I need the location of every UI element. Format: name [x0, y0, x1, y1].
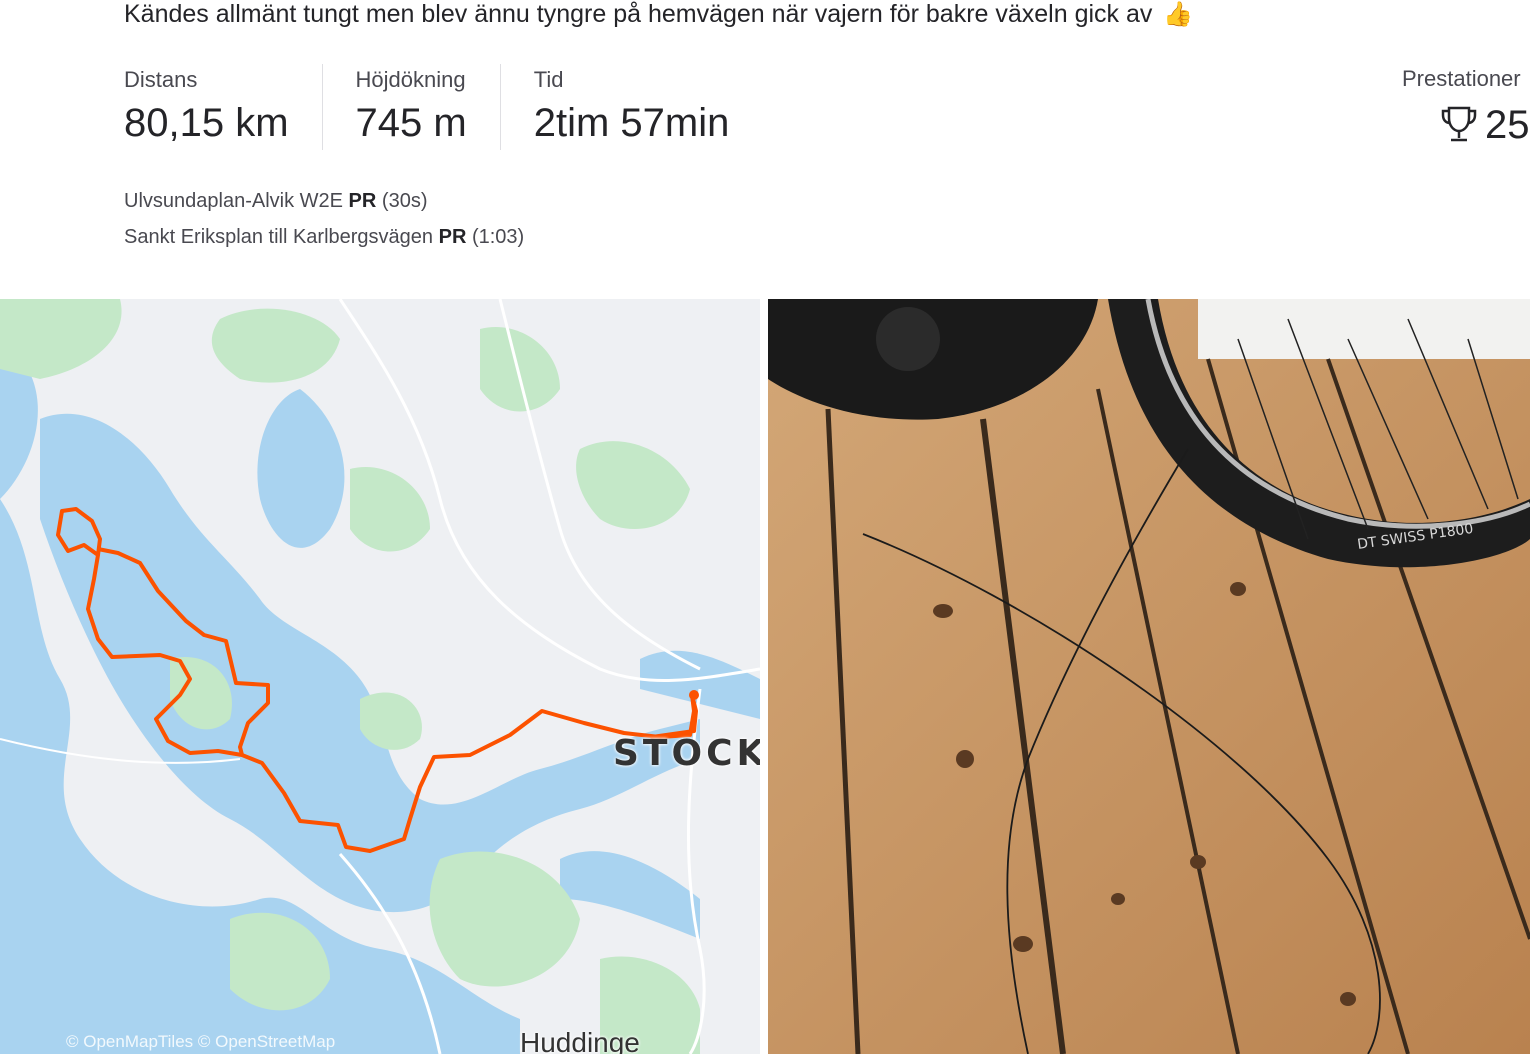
stat-distance: Distans 80,15 km — [124, 64, 323, 150]
stat-elevation: Höjdökning 745 m — [356, 64, 501, 150]
achievements-label: Prestationer — [1402, 66, 1521, 91]
segment-item[interactable]: Ulvsundaplan-Alvik W2E PR (30s) — [124, 183, 524, 219]
activity-description: Kändes allmänt tungt men blev ännu tyngr… — [124, 0, 1193, 35]
map-town-label: Huddinge — [520, 1027, 640, 1054]
stat-label: Distans — [124, 67, 198, 92]
segment-time: (1:03) — [471, 226, 525, 248]
thumbs-up-emoji: 👍 — [1163, 1, 1194, 28]
segment-list: Ulvsundaplan-Alvik W2E PR (30s) Sankt Er… — [124, 183, 524, 255]
map-attribution[interactable]: © OpenMapTiles © OpenStreetMap — [66, 1032, 335, 1052]
stat-time: Tid 2tim 57min — [534, 64, 763, 150]
stat-value: 2tim 57min — [533, 101, 730, 145]
stat-value: 80,15 km — [124, 101, 289, 145]
achievements-count: 25 — [1485, 103, 1530, 147]
route-map[interactable]: STOCK Huddinge © OpenMapTiles © OpenStre… — [0, 299, 760, 1054]
stat-value: 745 m — [355, 101, 467, 145]
pr-badge: PR — [348, 190, 377, 212]
segment-name: Ulvsundaplan-Alvik W2E — [124, 190, 343, 212]
activity-photo[interactable]: DT SWISS P1800 — [768, 299, 1530, 1054]
stat-label: Höjdökning — [355, 67, 466, 92]
activity-stats: Distans 80,15 km Höjdökning 745 m Tid 2t… — [124, 64, 795, 150]
photo-image: DT SWISS P1800 — [768, 299, 1530, 1054]
map-canvas — [0, 299, 760, 1054]
stat-label: Tid — [533, 67, 564, 92]
achievements-count-row[interactable]: 25 — [1439, 101, 1530, 149]
trophy-icon — [1441, 106, 1477, 142]
segment-name: Sankt Eriksplan till Karlbergsvägen — [124, 226, 434, 248]
description-text: Kändes allmänt tungt men blev ännu tyngr… — [124, 0, 1153, 28]
segment-item[interactable]: Sankt Eriksplan till Karlbergsvägen PR (… — [124, 219, 524, 255]
pr-badge: PR — [438, 226, 467, 248]
achievements[interactable]: Prestationer 25 — [1402, 63, 1530, 149]
segment-time: (30s) — [381, 190, 428, 212]
map-city-label: STOCK — [613, 733, 760, 774]
